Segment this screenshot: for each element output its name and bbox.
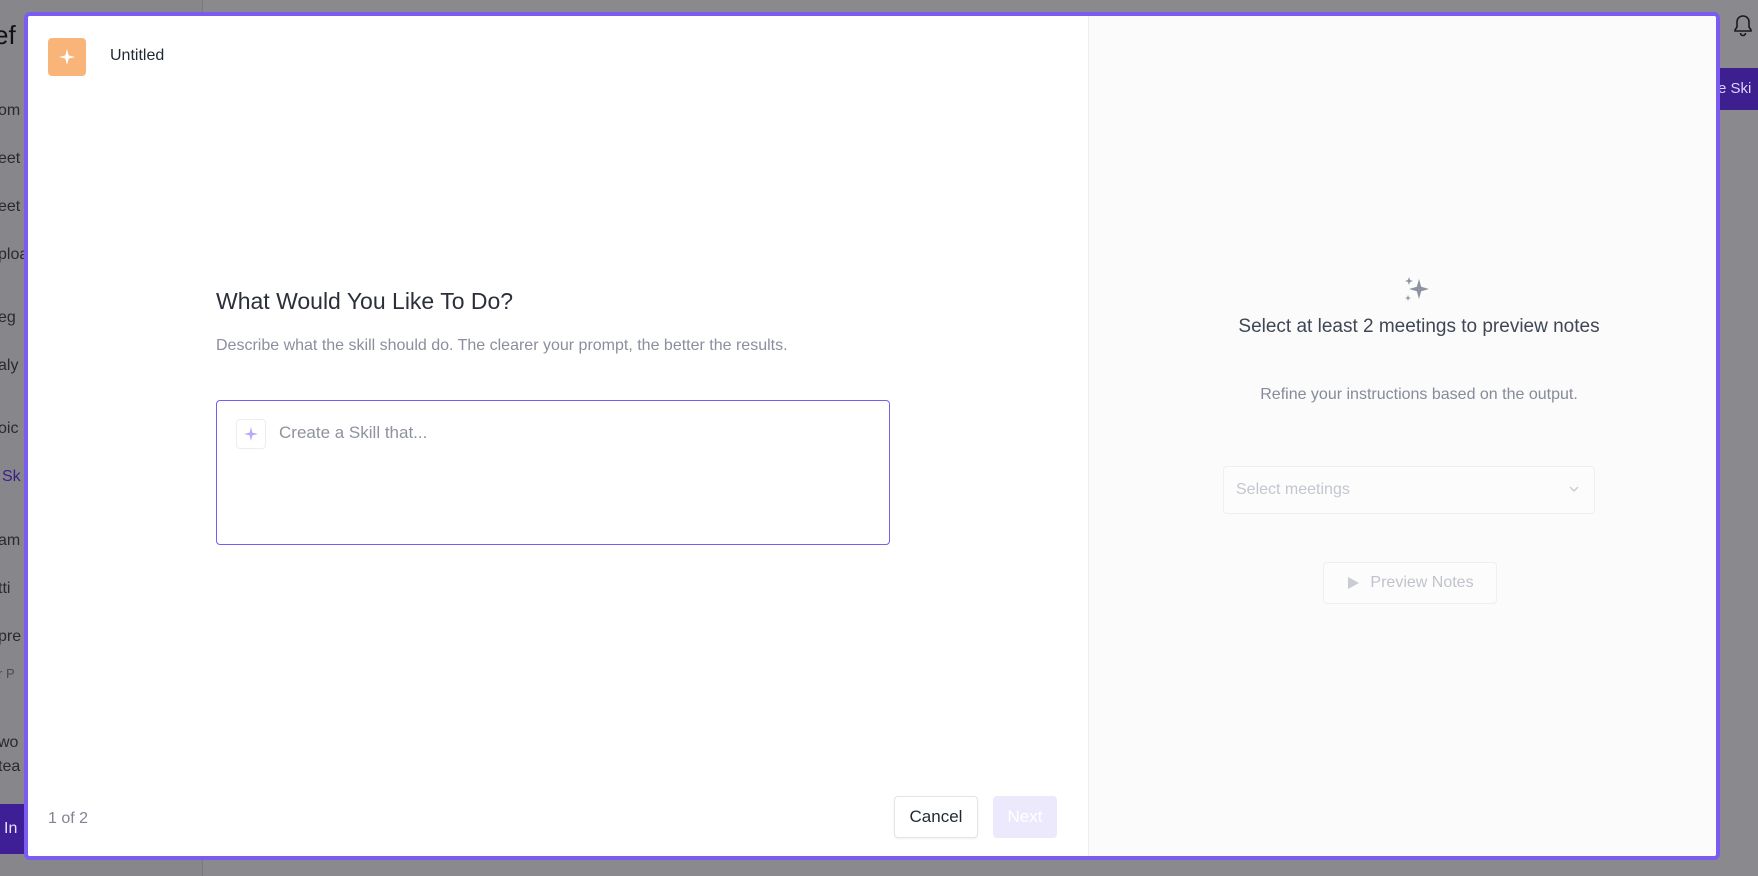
- background-sidebar-item: om: [0, 102, 21, 119]
- select-meetings-placeholder: Select meetings: [1236, 481, 1350, 498]
- play-icon: [1348, 577, 1360, 589]
- step-counter: 1 of 2: [48, 810, 89, 827]
- sparkles-icon: [1405, 277, 1429, 301]
- background-sidebar-item: wo: [0, 734, 19, 751]
- background-app-title: ef: [0, 20, 16, 50]
- background-sidebar-item: eet: [0, 150, 21, 167]
- skill-prompt-input[interactable]: [279, 423, 859, 443]
- background-sidebar-item: pre: [0, 628, 22, 645]
- background-sidebar-item: am: [0, 532, 21, 549]
- cancel-button[interactable]: Cancel: [894, 796, 978, 838]
- preview-title: Select at least 2 meetings to preview no…: [1238, 316, 1600, 337]
- preview-panel: Select at least 2 meetings to preview no…: [1088, 16, 1716, 856]
- sparkle-icon: [244, 427, 258, 441]
- preview-notes-button[interactable]: Preview Notes: [1323, 562, 1497, 604]
- step-heading: What Would You Like To Do?: [216, 288, 514, 314]
- background-sidebar-item: aly: [0, 357, 19, 374]
- next-button[interactable]: Next: [993, 796, 1057, 838]
- skill-prompt-box[interactable]: [216, 400, 890, 545]
- sparkle-icon: [59, 49, 75, 65]
- background-sidebar-item: tea: [0, 758, 21, 775]
- bell-icon: [1732, 14, 1754, 44]
- background-sidebar-item: eg: [0, 309, 16, 326]
- background-create-skill-label: e Ski: [1718, 80, 1752, 97]
- create-skill-modal: Untitled What Would You Like To Do? Desc…: [24, 12, 1720, 860]
- background-sidebar-item: tti: [0, 580, 11, 597]
- background-sidebar-item: eet: [0, 198, 21, 215]
- select-meetings-dropdown[interactable]: Select meetings: [1223, 466, 1595, 514]
- background-sidebar-item: oic: [0, 420, 19, 437]
- preview-notes-label: Preview Notes: [1370, 574, 1474, 591]
- background-sidebar-item: r P: [0, 666, 15, 681]
- skill-editor-panel: Untitled What Would You Like To Do? Desc…: [28, 16, 1088, 856]
- skill-title[interactable]: Untitled: [110, 47, 164, 65]
- skill-logo: [48, 38, 86, 76]
- preview-subtitle: Refine your instructions based on the ou…: [1260, 386, 1578, 403]
- background-create-skill-button: e Ski: [1718, 68, 1758, 110]
- prompt-sparkle: [236, 419, 266, 449]
- step-description: Describe what the skill should do. The c…: [216, 337, 788, 354]
- chevron-down-icon: [1569, 486, 1579, 492]
- background-sidebar-item-active: Sk: [2, 468, 21, 485]
